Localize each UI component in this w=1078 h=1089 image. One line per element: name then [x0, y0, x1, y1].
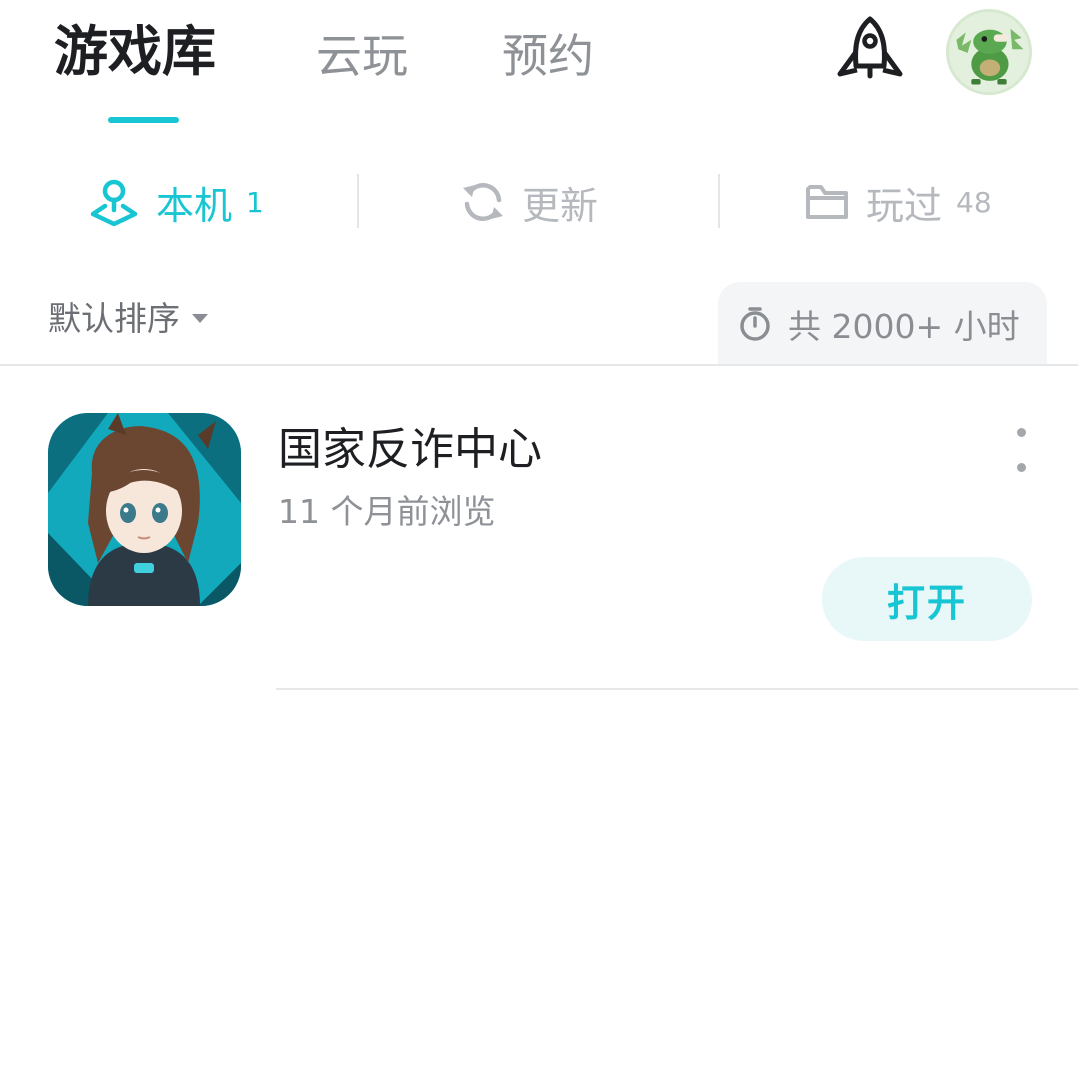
game-title[interactable]: 国家反诈中心 — [278, 420, 542, 480]
sort-dropdown[interactable]: 默认排序 — [48, 292, 208, 340]
dinosaur-avatar-icon — [949, 12, 1029, 92]
total-playtime-text: 共 2000+ 小时 — [788, 307, 1020, 346]
tab-cloud-play[interactable]: 云玩 — [316, 24, 408, 88]
subtab-played[interactable]: 玩过 48 — [804, 172, 992, 232]
row-divider — [276, 688, 1078, 690]
tab-reservations[interactable]: 预约 — [502, 24, 594, 88]
more-options-icon[interactable] — [1004, 428, 1038, 472]
divider — [357, 174, 359, 228]
subtab-played-count: 48 — [956, 185, 992, 219]
location-pin-icon — [90, 179, 138, 227]
folder-icon — [806, 185, 848, 219]
total-playtime-badge: 共 2000+ 小时 — [718, 282, 1047, 366]
section-divider — [0, 364, 1078, 366]
subtab-update[interactable]: 更新 — [460, 172, 598, 232]
avatar[interactable] — [946, 9, 1032, 95]
rocket-icon[interactable] — [832, 14, 908, 90]
stopwatch-icon — [740, 307, 770, 341]
game-last-viewed: 11 个月前浏览 — [278, 492, 496, 531]
game-icon-image[interactable] — [48, 413, 241, 606]
tab-game-library[interactable]: 游戏库 — [54, 20, 216, 84]
subtab-played-label: 玩过 — [866, 183, 943, 228]
divider — [718, 174, 720, 228]
caret-down-icon — [192, 313, 208, 323]
subtab-local-label: 本机 — [156, 183, 233, 228]
subtab-update-label: 更新 — [522, 183, 599, 228]
open-game-button[interactable]: 打开 — [822, 557, 1032, 641]
subtab-local-count: 1 — [246, 185, 264, 219]
refresh-icon — [463, 183, 503, 221]
anime-character-icon — [48, 413, 241, 606]
sort-label: 默认排序 — [48, 299, 180, 338]
subtab-local[interactable]: 本机 1 — [88, 172, 264, 232]
active-tab-indicator — [108, 117, 179, 123]
